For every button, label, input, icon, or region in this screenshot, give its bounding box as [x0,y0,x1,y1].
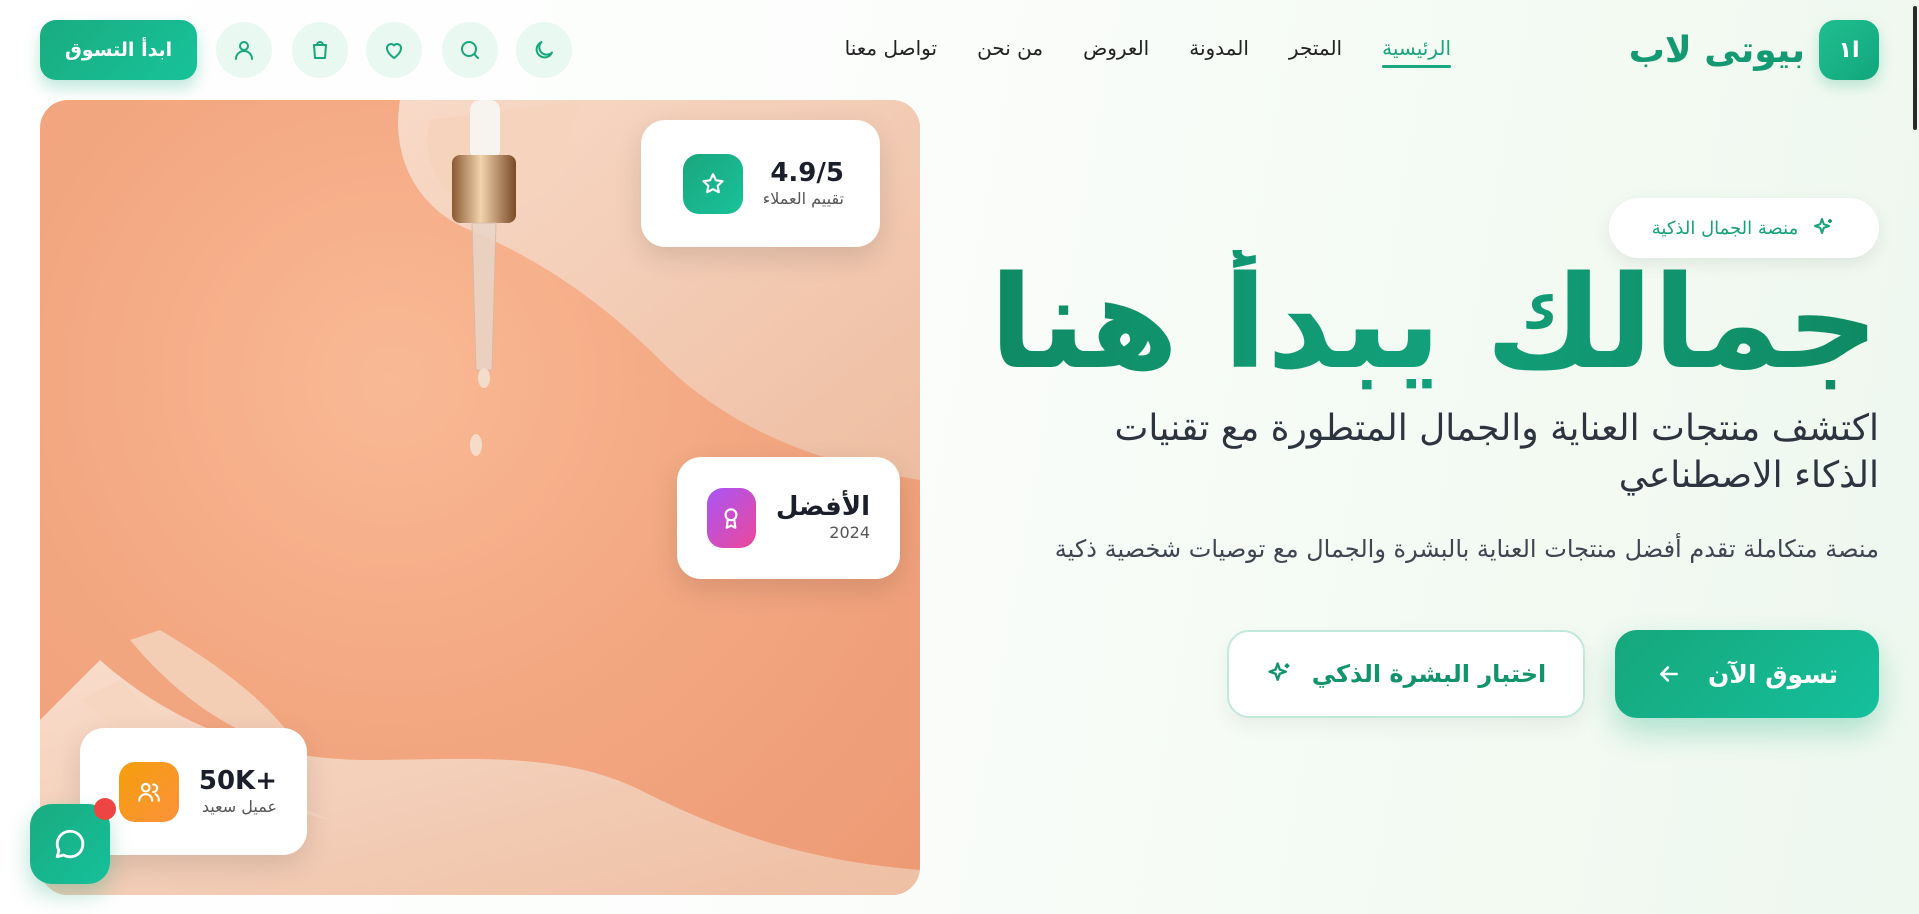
skin-test-label: اختبار البشرة الذكي [1311,660,1547,688]
clients-card: +50K عميل سعيد [80,728,307,855]
rating-label: تقييم العملاء [762,188,844,208]
award-icon-box [707,488,756,548]
nav-item-about[interactable]: من نحن [977,36,1043,68]
users-icon [138,782,160,802]
main-nav: الرئيسية المتجر المدونة العروض من نحن تو… [845,36,1451,68]
hero-title: جمالك يبدأ هنا [979,250,1879,397]
rating-value: 4.9/5 [770,157,844,188]
clients-icon-box [118,761,179,822]
rating-icon-box [682,153,743,214]
brand-logo[interactable]: ا١ بيوتى لاب [1629,20,1879,80]
sparkles-icon [1268,662,1290,681]
site-header: ا١ بيوتى لاب الرئيسية المتجر المدونة الع… [0,0,1919,100]
sparkles-icon [1814,218,1833,234]
user-icon [235,41,253,60]
hero-subtitle: اكتشف منتجات العناية والجمال المتطورة مع… [1114,408,1879,496]
nav-item-offers[interactable]: العروض [1083,36,1149,68]
hero-description: منصة متكاملة تقدم أفضل منتجات العناية با… [1054,535,1879,563]
award-text: الأفضل 2024 [776,492,870,544]
award-icon [724,508,738,529]
skin-test-button[interactable]: اختبار البشرة الذكي [1227,630,1585,718]
rating-text: 4.9/5 تقييم العملاء [763,158,844,210]
rating-card: 4.9/5 تقييم العملاء [641,120,880,247]
clients-value: +50K [198,765,277,796]
nav-item-store[interactable]: المتجر [1289,36,1342,68]
clients-label: عميل سعيد [201,796,277,816]
star-icon [702,172,724,193]
search-icon [461,41,479,59]
nav-item-contact[interactable]: تواصل معنا [845,36,937,68]
shop-now-button[interactable]: تسوق الآن [1615,630,1879,718]
theme-toggle-button[interactable] [516,22,572,78]
brand-name: بيوتى لاب [1628,29,1805,71]
account-button[interactable] [216,22,272,78]
arrow-left-icon [1660,666,1678,682]
page-scrollbar[interactable] [1913,6,1917,130]
start-shopping-button[interactable]: ابدأ التسوق [40,20,197,80]
shop-now-label: تسوق الآن [1707,659,1839,689]
award-card: الأفضل 2024 [677,457,900,579]
search-button[interactable] [442,22,498,78]
award-value: الأفضل [775,492,870,522]
wishlist-button[interactable] [366,22,422,78]
award-year: 2024 [829,523,870,543]
logo-mark: ا١ [1819,20,1879,80]
nav-item-home[interactable]: الرئيسية [1382,36,1451,68]
moon-icon [535,41,553,59]
badge-text: منصة الجمال الذكية [1651,217,1799,239]
heart-icon [386,43,402,59]
chat-bubble-icon [55,829,85,859]
cart-button[interactable] [292,22,348,78]
shopping-bag-icon [313,41,327,59]
clients-text: +50K عميل سعيد [199,766,277,818]
nav-item-blog[interactable]: المدونة [1189,36,1249,68]
chat-notification-dot [94,798,116,820]
